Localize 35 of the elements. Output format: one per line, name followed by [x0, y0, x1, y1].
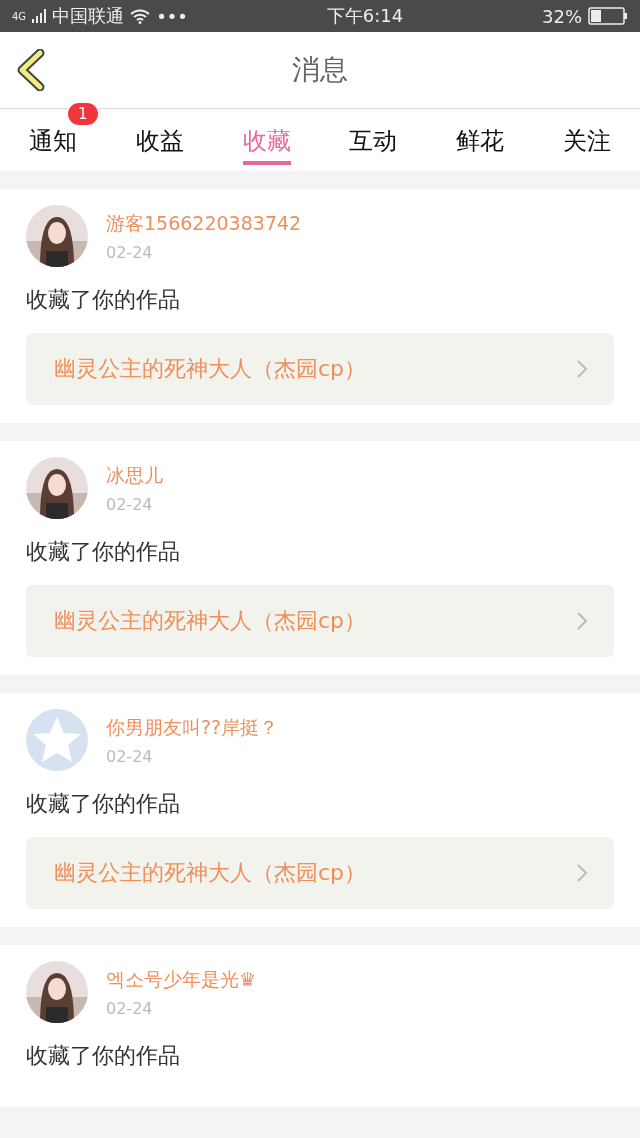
user-name[interactable]: 游客1566220383742: [106, 210, 302, 237]
signal-icon: [32, 9, 47, 23]
message-date: 02-24: [106, 494, 154, 514]
tab[interactable]: 互动: [349, 109, 398, 165]
more-indicator: •••: [156, 5, 188, 27]
user-name[interactable]: 엑소号少年是光♛: [106, 966, 257, 993]
battery-icon: [588, 7, 628, 25]
tab[interactable]: 收益: [136, 109, 184, 165]
work-link[interactable]: 幽灵公主的死神大人（杰园cp）: [26, 837, 614, 909]
message-date: 02-24: [106, 746, 154, 766]
message-text: 收藏了你的作品: [26, 790, 181, 818]
message-text: 收藏了你的作品: [26, 286, 181, 314]
tab[interactable]: 收藏: [242, 109, 291, 165]
message-text: 收藏了你的作品: [26, 1042, 181, 1070]
chevron-icon: [576, 359, 588, 379]
clock: 下午6:14: [326, 4, 404, 28]
tab[interactable]: 关注: [562, 109, 611, 165]
wifi-icon: [130, 8, 151, 24]
chevron-icon: [576, 611, 588, 631]
network-type: 4G: [12, 10, 27, 22]
battery-percent: 32%: [542, 5, 582, 27]
work-link[interactable]: 幽灵公主的死神大人（杰园cp）: [26, 333, 614, 405]
carrier-name: 中国联通: [52, 4, 125, 28]
message-text: 收藏了你的作品: [26, 538, 181, 566]
work-link[interactable]: 幽灵公主的死神大人（杰园cp）: [26, 585, 614, 657]
message-date: 02-24: [106, 998, 154, 1018]
chevron-icon: [576, 863, 588, 883]
badge: 1: [68, 103, 98, 125]
user-name[interactable]: 你男朋友叫??岸挺？: [106, 714, 279, 741]
message-date: 02-24: [106, 242, 154, 262]
chevron-left-icon: [16, 49, 46, 91]
avatar-icon: [26, 709, 88, 771]
page-title: 消息: [292, 52, 348, 88]
user-name[interactable]: 冰思儿: [106, 462, 163, 489]
tab[interactable]: 鲜花: [456, 109, 504, 165]
